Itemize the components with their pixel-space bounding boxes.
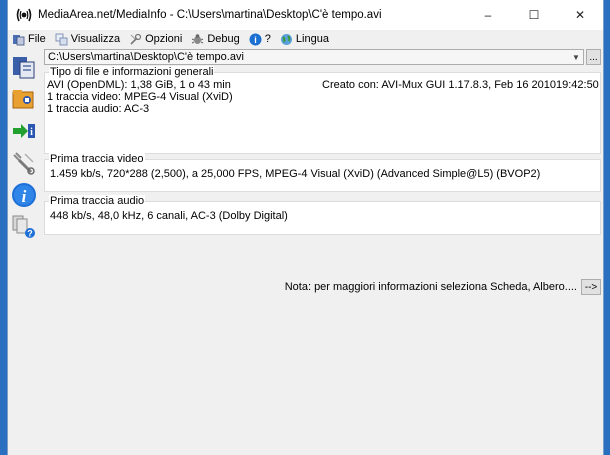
view-icon	[55, 33, 68, 46]
menu-file-label: File	[28, 33, 46, 45]
writing-application-text: Creato con: AVI-Mux GUI 1.17.8.3, Feb 16…	[322, 79, 599, 91]
wrench-icon	[13, 152, 35, 175]
export-icon: i	[13, 124, 35, 138]
mediainfo-window: MediaArea.net/MediaInfo - C:\Users\marti…	[7, 0, 604, 455]
menu-help-label: ?	[264, 33, 271, 45]
first-video-track-legend: Prima traccia video	[49, 153, 145, 165]
chevron-down-icon[interactable]: ▼	[569, 53, 583, 62]
sidebar-knowledge-base[interactable]: ?	[11, 214, 37, 240]
menu-debug-label: Debug	[207, 33, 240, 45]
debug-icon	[191, 33, 204, 46]
mediainfo-app-icon	[16, 7, 32, 23]
file-path-value: C:\Users\martina\Desktop\C'è tempo.avi	[48, 51, 244, 63]
globe-icon	[280, 33, 293, 46]
file-icon	[12, 33, 25, 46]
sidebar-open-file[interactable]	[11, 54, 37, 80]
desktop-background-left	[0, 0, 7, 455]
first-video-track-panel: Prima traccia video 1.459 kb/s, 720*288 …	[44, 153, 601, 192]
first-audio-track-panel: Prima traccia audio 448 kb/s, 48,0 kHz, …	[44, 195, 601, 235]
menu-file[interactable]: File	[12, 33, 46, 46]
folder-icon	[12, 90, 34, 109]
help-icon: i	[249, 33, 262, 46]
video-track-details-text: 1.459 kb/s, 720*288 (2,500), a 25,000 FP…	[50, 168, 541, 180]
window-title: MediaArea.net/MediaInfo - C:\Users\marti…	[38, 9, 382, 21]
next-view-button[interactable]: -->	[581, 279, 601, 295]
more-files-button[interactable]: ...	[586, 49, 601, 65]
menu-bar: File Visualizza Opzioni Debug i ? Lingua	[8, 30, 603, 48]
minimize-button[interactable]: –	[465, 0, 511, 30]
main-content: C:\Users\martina\Desktop\C'è tempo.avi ▼…	[42, 48, 603, 455]
options-icon	[129, 33, 142, 46]
menu-debug[interactable]: Debug	[191, 33, 240, 46]
audio-track-details-text: 448 kb/s, 48,0 kHz, 6 canali, AC-3 (Dolb…	[50, 210, 288, 222]
sidebar-preferences[interactable]	[11, 150, 37, 176]
svg-text:?: ?	[27, 229, 33, 239]
video-track-count-text: 1 traccia video: MPEG-4 Visual (XviD)	[47, 91, 233, 103]
container-info-text: AVI (OpenDML): 1,38 GiB, 1 o 43 min	[47, 79, 231, 91]
svg-text:i: i	[254, 35, 257, 45]
audio-track-count-text: 1 traccia audio: AC-3	[47, 103, 150, 115]
general-info-legend: Tipo di file e informazioni generali	[49, 66, 215, 78]
svg-text:i: i	[22, 187, 27, 206]
menu-view[interactable]: Visualizza	[55, 33, 120, 46]
menu-view-label: Visualizza	[70, 33, 121, 45]
sidebar-about[interactable]: i	[11, 182, 37, 208]
title-bar[interactable]: MediaArea.net/MediaInfo - C:\Users\marti…	[8, 0, 603, 30]
menu-help[interactable]: i ?	[249, 33, 271, 46]
general-info-panel: Tipo di file e informazioni generali AVI…	[44, 66, 601, 154]
desktop-background-right	[604, 0, 610, 455]
sidebar-open-folder[interactable]	[11, 86, 37, 112]
file-selector-combo[interactable]: C:\Users\martina\Desktop\C'è tempo.avi ▼	[44, 49, 584, 65]
info-icon: i	[12, 183, 36, 207]
menu-language-label: Lingua	[295, 33, 329, 45]
close-button[interactable]: ✕	[557, 0, 603, 30]
menu-options-label: Opzioni	[145, 33, 183, 45]
menu-language[interactable]: Lingua	[280, 33, 329, 46]
documents-help-icon: ?	[12, 215, 35, 239]
close-icon: ✕	[574, 8, 586, 22]
view-selector-sidebar: i i ?	[8, 48, 42, 455]
svg-text:i: i	[30, 127, 33, 138]
open-file-icon	[13, 57, 35, 79]
menu-options[interactable]: Opzioni	[129, 33, 182, 46]
more-info-note: Nota: per maggiori informazioni selezion…	[284, 281, 577, 293]
maximize-button[interactable]: ☐	[511, 0, 557, 30]
maximize-icon: ☐	[528, 8, 540, 22]
sidebar-export[interactable]: i	[11, 118, 37, 144]
first-audio-track-legend: Prima traccia audio	[49, 195, 146, 207]
minimize-icon: –	[484, 8, 492, 22]
